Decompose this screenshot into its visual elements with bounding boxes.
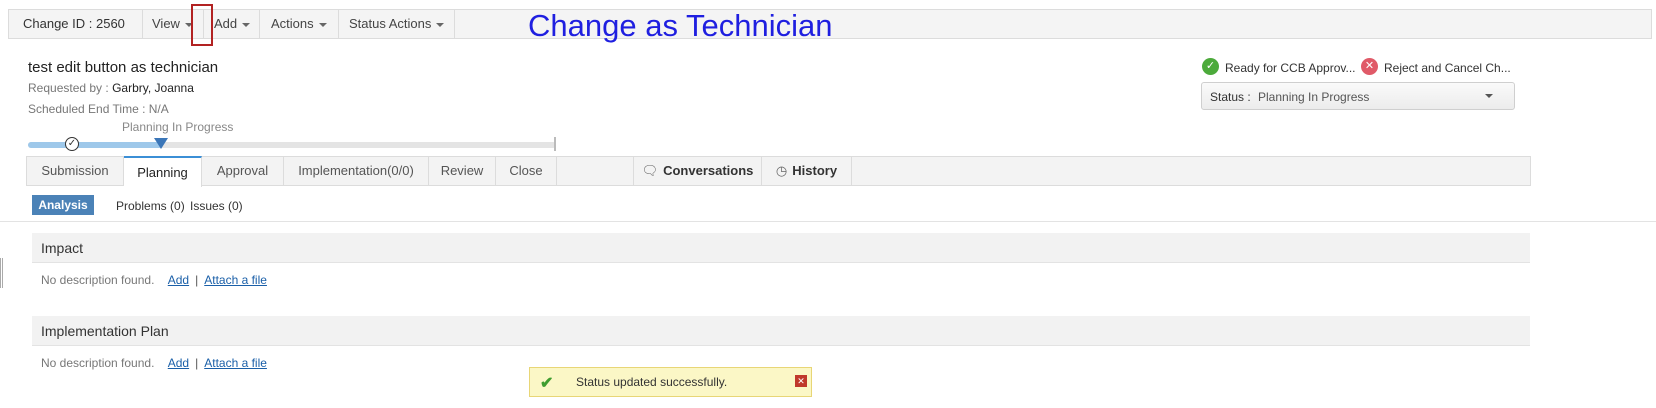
actions-menu-label: Actions — [271, 16, 314, 31]
status-dropdown[interactable]: Status : Planning In Progress — [1201, 82, 1515, 110]
tab-submission[interactable]: Submission — [27, 156, 124, 186]
annotation-highlight-box — [191, 4, 213, 46]
empty-text: No description found. — [41, 356, 155, 370]
chevron-down-icon — [1485, 94, 1493, 98]
requested-by-label: Requested by : — [28, 81, 109, 95]
progress-end-marker — [554, 137, 556, 151]
tab-implementation[interactable]: Implementation(0/0) — [284, 156, 429, 186]
subtab-problems[interactable]: Problems (0) — [116, 199, 185, 213]
close-icon[interactable]: ✕ — [795, 375, 807, 387]
scheduled-end-time: Scheduled End Time : N/A — [28, 102, 169, 116]
tab-planning[interactable]: Planning — [124, 156, 202, 187]
toast-message: Status updated successfully. — [576, 375, 728, 389]
status-actions-menu[interactable]: Status Actions — [339, 10, 455, 38]
separator: | — [195, 356, 199, 370]
actions-menu[interactable]: Actions — [260, 10, 339, 38]
chevron-down-icon — [318, 22, 327, 27]
current-stage-marker-icon — [154, 138, 168, 149]
add-link[interactable]: Add — [168, 356, 189, 370]
implementation-plan-empty-row: No description found. Add | Attach a file — [41, 356, 267, 370]
tab-review[interactable]: Review — [429, 156, 496, 186]
scheduled-end-value: N/A — [148, 102, 169, 116]
separator: | — [195, 273, 199, 287]
ready-for-ccb-approval-button[interactable]: Ready for CCB Approv... — [1225, 61, 1356, 75]
overlay-caption: Change as Technician — [528, 8, 833, 43]
status-value: Planning In Progress — [1258, 90, 1370, 104]
check-circle-icon[interactable]: ✓ — [1202, 58, 1219, 75]
tab-conversations[interactable]: 🗨 Conversations — [633, 156, 762, 186]
chevron-down-icon — [436, 22, 445, 27]
status-actions-menu-label: Status Actions — [349, 16, 432, 31]
section-title: Implementation Plan — [41, 323, 169, 339]
impact-empty-row: No description found. Add | Attach a file — [41, 273, 267, 287]
subtab-issues[interactable]: Issues (0) — [190, 199, 243, 213]
chat-bubble-icon: 🗨 — [641, 163, 659, 178]
divider — [0, 221, 1656, 222]
resize-handle[interactable] — [0, 258, 3, 288]
clock-icon: ◷ — [775, 163, 788, 178]
chevron-down-icon — [242, 22, 251, 27]
check-icon: ✔ — [540, 375, 554, 392]
status-label: Status : — [1210, 90, 1251, 104]
attach-file-link[interactable]: Attach a file — [204, 356, 267, 370]
progress-stage-label: Planning In Progress — [122, 120, 234, 134]
tab-history[interactable]: ◷ History — [762, 156, 852, 186]
subtab-analysis[interactable]: Analysis — [32, 195, 94, 215]
view-menu-label: View — [152, 16, 180, 31]
section-title: Impact — [41, 240, 84, 256]
close-circle-icon[interactable]: ✕ — [1361, 58, 1378, 75]
status-toast: ✔ Status updated successfully. ✕ — [529, 367, 812, 397]
progress-fill — [28, 142, 162, 148]
check-icon: ✓ — [65, 137, 79, 151]
implementation-plan-section-header: Implementation Plan — [32, 316, 1530, 346]
impact-section-header: Impact — [32, 233, 1530, 263]
requested-by: Requested by : Garbry, Joanna — [28, 81, 194, 95]
change-id-label: Change ID : 2560 — [9, 10, 143, 38]
attach-file-link[interactable]: Attach a file — [204, 273, 267, 287]
add-menu-label: Add — [214, 16, 238, 31]
reject-and-cancel-button[interactable]: Reject and Cancel Ch... — [1384, 61, 1511, 75]
change-title: test edit button as technician — [28, 59, 219, 76]
tab-approval[interactable]: Approval — [202, 156, 284, 186]
requested-by-value[interactable]: Garbry, Joanna — [112, 81, 194, 95]
stage-tabs: Submission Planning Approval Implementat… — [26, 156, 1531, 187]
tab-conversations-label: Conversations — [663, 163, 754, 178]
empty-text: No description found. — [41, 273, 155, 287]
tab-close[interactable]: Close — [496, 156, 557, 186]
scheduled-end-label: Scheduled End Time : — [28, 102, 146, 116]
tab-history-label: History — [792, 163, 838, 178]
add-link[interactable]: Add — [168, 273, 189, 287]
